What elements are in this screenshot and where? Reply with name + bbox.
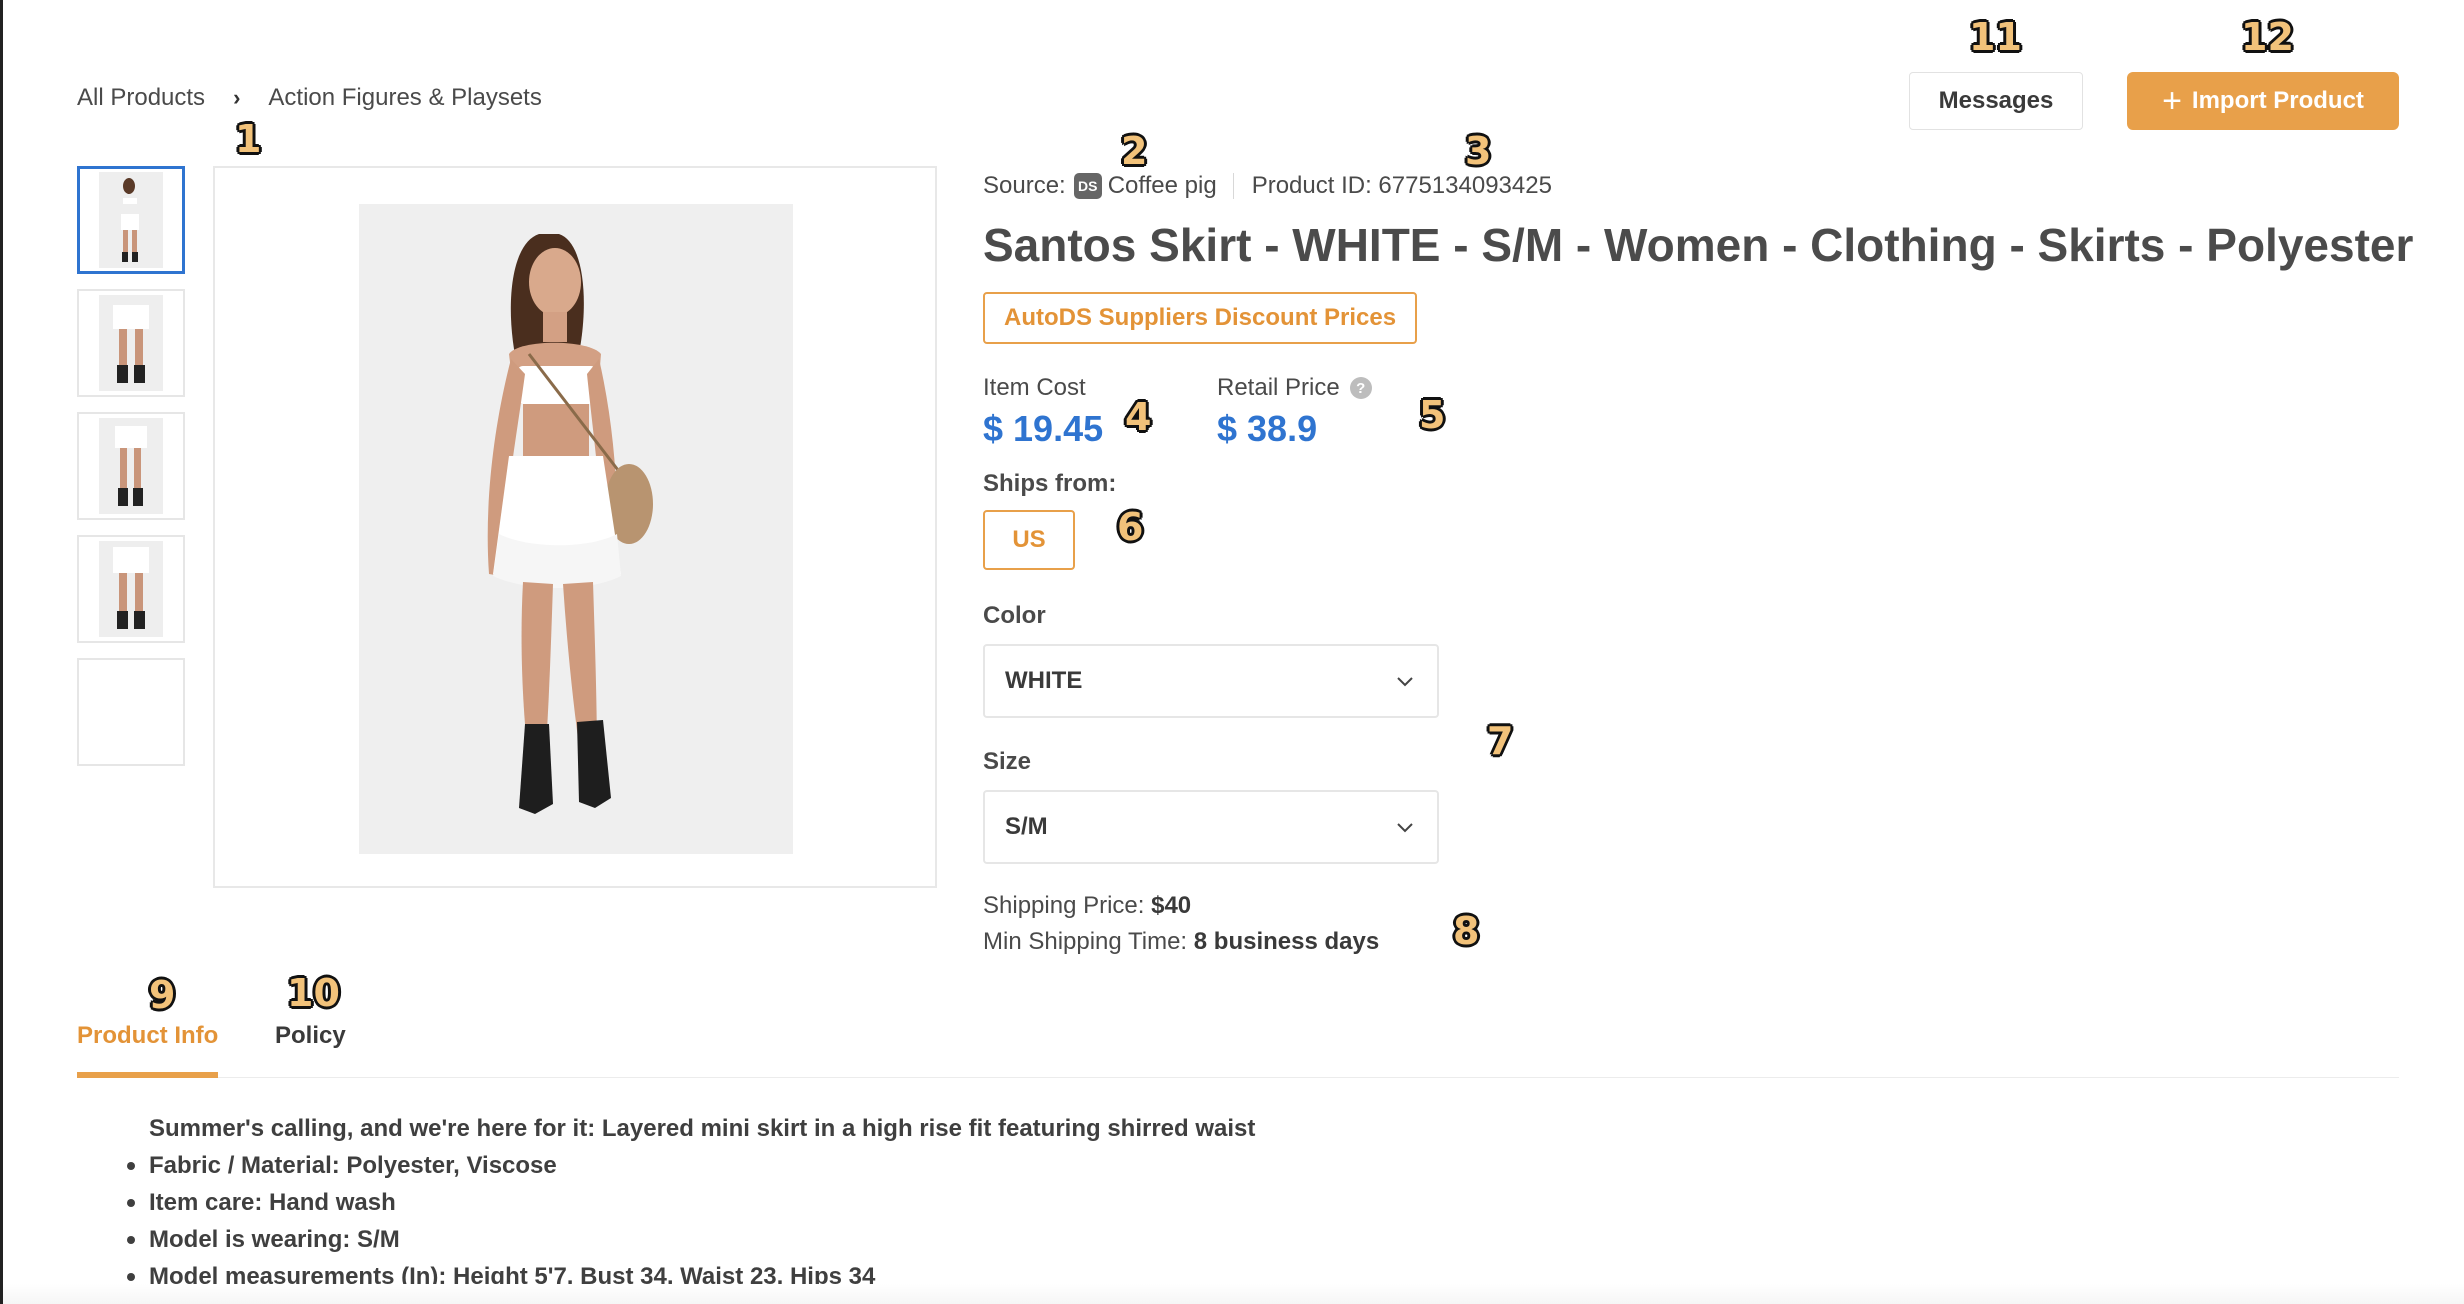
main-product-image[interactable] [213, 166, 937, 888]
list-item: Model is wearing: S/M [126, 1221, 1255, 1258]
min-shipping-label: Min Shipping Time: [983, 928, 1194, 955]
marker-3: 3 [1465, 129, 1492, 173]
marker-4: 4 [1125, 395, 1152, 439]
retail-price-value: $ 38.9 [1217, 408, 1318, 449]
retail-price-label: Retail Price [1217, 374, 1340, 401]
list-item: Item care: Hand wash [126, 1184, 1255, 1221]
breadcrumb: All Products › Action Figures & Playsets [77, 84, 542, 112]
source-label: Source: [983, 172, 1066, 199]
supplier-name[interactable]: Coffee pig [1108, 172, 1217, 200]
size-selected-value: S/M [1005, 813, 1048, 840]
thumbnail-3[interactable] [77, 412, 185, 520]
retail-price-label-row: Retail Price ? [1217, 374, 1372, 402]
shipping-price-label: Shipping Price: [983, 892, 1152, 919]
thumbnail-2[interactable] [77, 289, 185, 397]
thumbnail-image [99, 172, 163, 268]
marker-8: 8 [1453, 909, 1480, 953]
product-source-line: Source: DS Coffee pig Product ID: 677513… [983, 172, 1552, 200]
size-select[interactable]: S/M [983, 790, 1439, 864]
messages-button[interactable]: Messages [1909, 72, 2083, 130]
product-tabs: Product Info Policy [77, 1022, 2399, 1078]
tab-policy[interactable]: Policy [275, 1022, 346, 1050]
thumbnail-image [99, 295, 163, 391]
thumbnail-list [77, 166, 185, 781]
marker-11: 11 [1969, 15, 2022, 59]
size-label: Size [983, 748, 1032, 775]
marker-2: 2 [1121, 129, 1148, 173]
help-icon[interactable]: ? [1349, 377, 1372, 399]
bottom-fade [3, 1284, 2464, 1304]
thumbnail-5[interactable] [77, 658, 185, 766]
list-item: Fabric / Material: Polyester, Viscose [126, 1147, 1255, 1184]
tab-product-info[interactable]: Product Info [77, 1022, 219, 1078]
product-title: Santos Skirt - WHITE - S/M - Women - Clo… [983, 219, 2414, 271]
breadcrumb-all-products[interactable]: All Products [77, 84, 205, 112]
ships-from-us-option[interactable]: US [983, 510, 1075, 570]
supplier-badge-icon: DS [1073, 173, 1102, 199]
product-detail-page: All Products › Action Figures & Playsets… [0, 0, 2464, 1304]
color-select[interactable]: WHITE [983, 644, 1439, 718]
thumbnail-image [99, 418, 163, 514]
description-intro: Summer's calling, and we're here for it:… [149, 1115, 1256, 1142]
divider [1232, 173, 1234, 199]
marker-1: 1 [235, 117, 262, 161]
ships-from-label: Ships from: [983, 470, 1117, 497]
item-cost-block: Item Cost $ 19.45 [983, 374, 1103, 450]
shipping-price: Shipping Price: $40 [983, 892, 1191, 920]
item-cost-label: Item Cost [983, 374, 1086, 401]
marker-7: 7 [1487, 719, 1514, 763]
product-photo [359, 204, 793, 854]
retail-price-block: Retail Price ? $ 38.9 [1217, 374, 1372, 450]
breadcrumb-separator-icon: › [233, 85, 241, 110]
import-product-button[interactable]: + Import Product [2127, 72, 2399, 130]
plus-icon: + [2162, 82, 2182, 120]
marker-10: 10 [287, 971, 340, 1015]
marker-6: 6 [1117, 505, 1144, 549]
breadcrumb-category[interactable]: Action Figures & Playsets [268, 84, 541, 112]
thumbnail-image [99, 541, 163, 637]
product-id: Product ID: 6775134093425 [1251, 172, 1552, 199]
chevron-down-icon [1397, 677, 1413, 687]
import-product-label: Import Product [2191, 87, 2364, 114]
marker-5: 5 [1419, 393, 1446, 437]
color-label: Color [983, 602, 1046, 629]
thumbnail-1[interactable] [77, 166, 185, 274]
min-shipping-time: Min Shipping Time: 8 business days [983, 928, 1379, 956]
shipping-price-value: $40 [1151, 892, 1192, 919]
product-description: Summer's calling, and we're here for it:… [126, 1110, 1256, 1295]
marker-9: 9 [149, 973, 176, 1017]
discount-prices-tag[interactable]: AutoDS Suppliers Discount Prices [983, 292, 1418, 344]
marker-12: 12 [2241, 15, 2294, 59]
thumbnail-4[interactable] [77, 535, 185, 643]
min-shipping-value: 8 business days [1193, 928, 1380, 955]
chevron-down-icon [1397, 823, 1413, 833]
color-selected-value: WHITE [1005, 667, 1083, 694]
item-cost-value: $ 19.45 [983, 408, 1104, 449]
